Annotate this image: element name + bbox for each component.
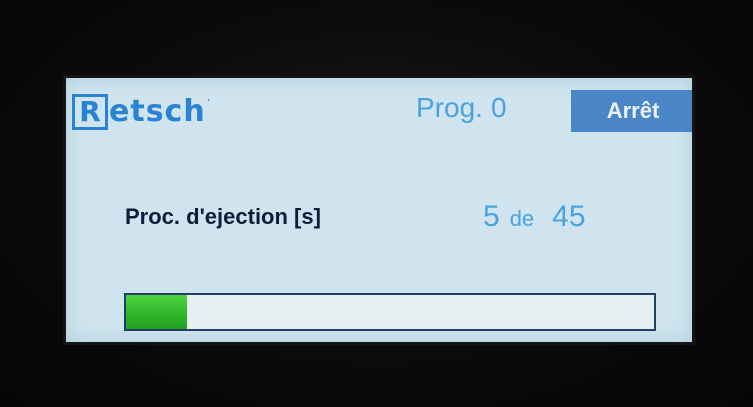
program-number: 0 [490, 92, 507, 123]
retsch-logo: R etsch ' [72, 92, 210, 132]
touch-display: R etsch ' Prog. 0 Arrêt Proc. d'ejection … [63, 75, 695, 345]
progress-bar-fill [126, 295, 187, 329]
program-label: Prog. [416, 92, 483, 123]
ejection-total-value: 45 [552, 200, 586, 233]
logo-letter-box: R [72, 94, 108, 130]
ejection-counter: 5 de 45 [483, 202, 586, 232]
logo-text: etsch [109, 94, 206, 129]
registered-mark-icon: ' [207, 98, 210, 109]
ejection-progress-bar [124, 293, 656, 331]
ejection-process-label: Proc. d'ejection [s] [125, 204, 321, 229]
device-frame: R etsch ' Prog. 0 Arrêt Proc. d'ejection … [0, 0, 753, 407]
logo-letter: R [79, 95, 101, 128]
ejection-separator: de [509, 206, 535, 231]
program-indicator: Prog. 0 [416, 94, 507, 122]
ejection-current-value: 5 [483, 200, 500, 233]
stop-button[interactable]: Arrêt [571, 90, 692, 132]
